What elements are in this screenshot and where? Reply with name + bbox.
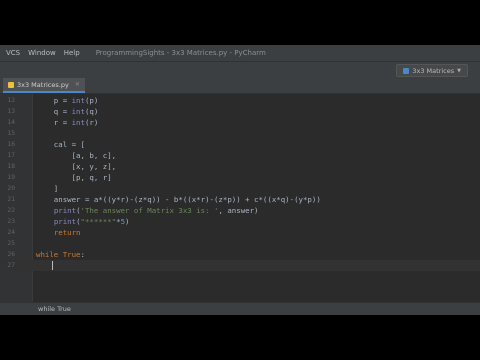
- current-code-line: 27: [0, 260, 480, 271]
- code-line: 21 answer = a*((y*r)-(z*q)) - b*((x*r)-(…: [0, 194, 480, 205]
- code-line: 14 r = int(r): [0, 117, 480, 128]
- line-number: 26: [7, 251, 15, 258]
- code-line: 25: [0, 238, 480, 249]
- chevron-down-icon: ▼: [457, 67, 461, 74]
- code-line: 13 q = int(q): [0, 106, 480, 117]
- code-text: print('The answer of Matrix 3x3 is: ', a…: [53, 206, 259, 215]
- breadcrumb[interactable]: while True: [38, 305, 71, 313]
- tab-label: 3x3 Matrices.py: [17, 80, 69, 89]
- line-number: 12: [7, 97, 15, 104]
- run-configuration-label: 3x3 Matrices: [412, 66, 455, 75]
- window-title: ProgrammingSights - 3x3 Matrices.py - Py…: [95, 49, 266, 57]
- line-number: 21: [7, 196, 15, 203]
- line-number: 16: [7, 141, 15, 148]
- menu-bar: VCS Window Help ProgrammingSights - 3x3 …: [0, 45, 480, 61]
- line-number: 13: [7, 108, 15, 115]
- code-text: [a, b, c],: [36, 151, 117, 160]
- line-number: 15: [7, 130, 15, 137]
- code-text: answer = a*((y*r)-(z*q)) - b*((x*r)-(z*p…: [36, 195, 321, 204]
- code-line: 12 p = int(p): [0, 95, 480, 106]
- code-line: 15: [0, 128, 480, 139]
- code-text: [p, q, r]: [36, 173, 112, 182]
- code-text: print("******"*5): [53, 217, 130, 226]
- code-line: 24 return: [0, 227, 480, 238]
- line-number: 14: [7, 119, 15, 126]
- code-line: 23 print("******"*5): [0, 216, 480, 227]
- editor-tab-bar: 3x3 Matrices.py ✕: [0, 78, 480, 94]
- code-text: return: [53, 228, 81, 237]
- code-line: 26 while True:: [0, 249, 480, 260]
- line-number: 19: [7, 174, 15, 181]
- close-icon[interactable]: ✕: [75, 81, 80, 88]
- line-number: 22: [7, 207, 15, 214]
- toolbar: 3x3 Matrices ▼: [0, 61, 480, 78]
- code-text: while True:: [36, 250, 85, 259]
- code-line: 20 ]: [0, 183, 480, 194]
- line-number: 24: [7, 229, 15, 236]
- run-configuration-select[interactable]: 3x3 Matrices ▼: [396, 64, 468, 77]
- line-number: 25: [7, 240, 15, 247]
- line-number: 18: [7, 163, 15, 170]
- text-caret: [52, 261, 53, 270]
- code-line: 19 [p, q, r]: [0, 172, 480, 183]
- python-file-icon: [403, 67, 410, 74]
- code-line: 18 [x, y, z],: [0, 161, 480, 172]
- line-number: 27: [7, 262, 15, 269]
- code-line: 16 cal = [: [0, 139, 480, 150]
- code-line: 22 print('The answer of Matrix 3x3 is: '…: [0, 205, 480, 216]
- line-number: 20: [7, 185, 15, 192]
- line-number: 17: [7, 152, 15, 159]
- menu-vcs[interactable]: VCS: [4, 49, 22, 57]
- python-file-icon: [8, 81, 14, 88]
- pycharm-window: VCS Window Help ProgrammingSights - 3x3 …: [0, 45, 480, 315]
- tab-3x3-matrices[interactable]: 3x3 Matrices.py ✕: [3, 78, 85, 93]
- code-editor[interactable]: 12 p = int(p) 13 q = int(q) 14 r = int(r…: [0, 94, 480, 302]
- code-text: cal = [: [36, 140, 85, 149]
- line-number: 23: [7, 218, 15, 225]
- code-text: p = int(p): [36, 96, 99, 105]
- code-text: ]: [36, 184, 59, 193]
- breadcrumb-bar: while True: [0, 302, 480, 315]
- menu-help[interactable]: Help: [62, 49, 82, 57]
- menu-window[interactable]: Window: [26, 49, 58, 57]
- code-line: 17 [a, b, c],: [0, 150, 480, 161]
- code-text: [x, y, z],: [36, 162, 117, 171]
- code-text: r = int(r): [36, 118, 99, 127]
- code-text: q = int(q): [36, 107, 99, 116]
